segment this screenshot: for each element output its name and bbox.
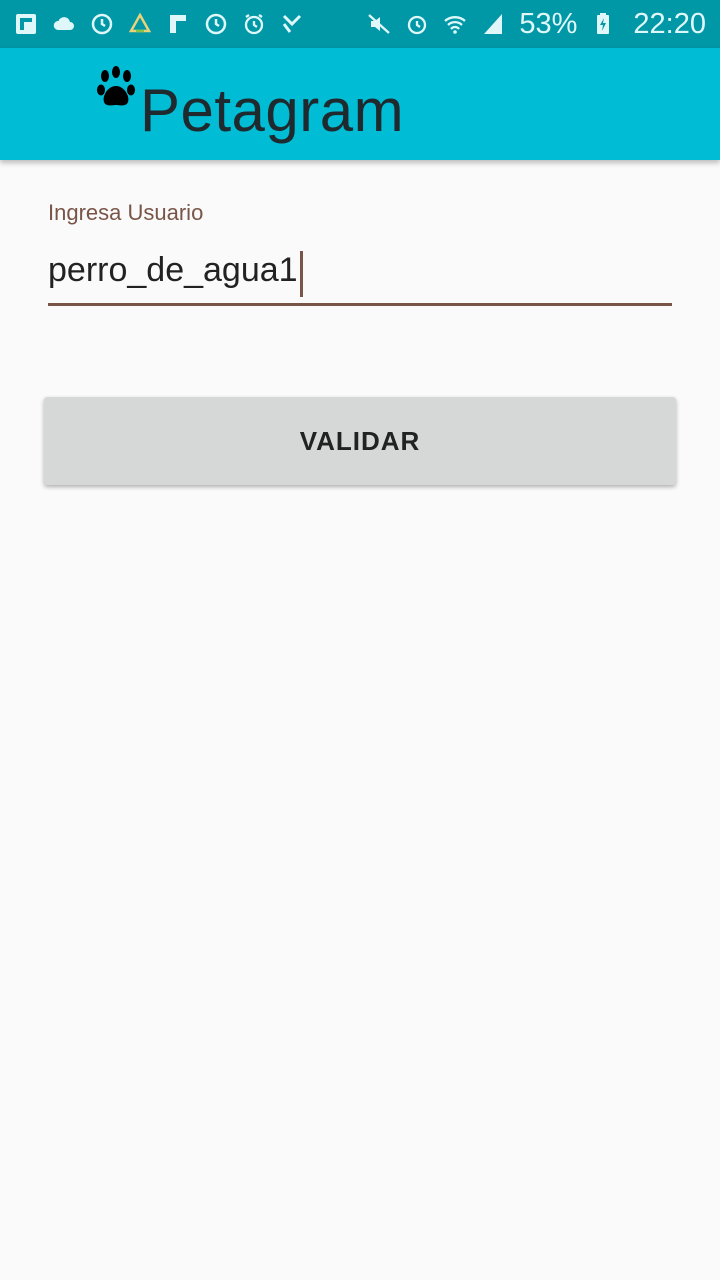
username-input-value: perro_de_agua1	[48, 251, 298, 289]
cloud-icon	[52, 12, 76, 36]
wifi-icon	[443, 12, 467, 36]
username-input[interactable]: perro_de_agua1	[48, 244, 672, 306]
sync-icon	[90, 12, 114, 36]
sync-icon-2	[204, 12, 228, 36]
alarm-clock-icon	[405, 12, 429, 36]
username-label: Ingresa Usuario	[48, 200, 204, 225]
status-left-icons	[14, 12, 304, 36]
flipboard-f-icon	[166, 12, 190, 36]
status-right-icons: 53% 22:20	[367, 8, 706, 41]
drive-icon	[128, 12, 152, 36]
paw-icon	[96, 66, 136, 116]
status-bar: 53% 22:20	[0, 0, 720, 48]
mute-icon	[367, 12, 391, 36]
app-title: Petagram	[140, 77, 405, 144]
signal-icon	[481, 12, 505, 36]
feedly-icon	[280, 12, 304, 36]
username-field: Ingresa Usuario perro_de_agua1	[48, 200, 672, 306]
validar-button[interactable]: VALIDAR	[44, 397, 676, 485]
battery-percent: 53%	[519, 7, 578, 40]
text-cursor	[299, 250, 303, 297]
flipboard-icon	[14, 12, 38, 36]
battery-charging-icon	[591, 12, 615, 36]
clock: 22:20	[633, 7, 706, 40]
app-bar: Petagram	[0, 48, 720, 160]
alarm-icon	[242, 12, 266, 36]
